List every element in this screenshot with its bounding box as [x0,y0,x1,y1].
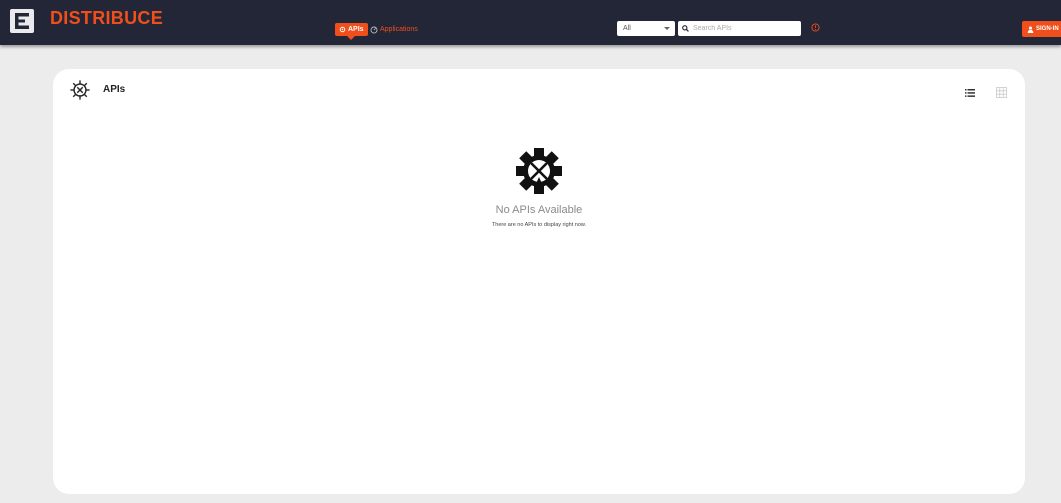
filter-select[interactable]: All [617,21,675,36]
filter-select-value: All [623,25,631,32]
brand-name[interactable]: DISTRIBUCE [50,8,163,29]
tab-apis[interactable]: APIs [335,23,368,40]
sign-in-label: SIGN-IN [1036,26,1059,32]
empty-state-gear-icon [516,148,562,194]
info-icon[interactable] [811,23,820,32]
search-input[interactable] [689,25,793,32]
list-view-icon[interactable] [965,89,975,97]
user-icon [1027,26,1034,33]
api-gear-icon [70,80,90,100]
top-navbar: DISTRIBUCE APIs Applications All Search … [0,0,1061,45]
grid-view-icon[interactable] [996,87,1007,98]
chevron-down-icon [664,27,670,30]
sign-in-button[interactable]: SIGN-IN [1022,21,1061,37]
apis-card: APIs No APIs Available There are no APIs… [53,69,1025,494]
search-icon [682,25,689,32]
search-box [678,21,801,36]
empty-state-subtitle: There are no APIs to display right now. [491,222,587,228]
logo-icon[interactable] [10,9,34,33]
empty-state-title: No APIs Available [495,204,583,216]
tab-applications[interactable]: Applications [370,23,418,36]
tab-apis-label: APIs [348,26,364,33]
page-title: APIs [103,84,126,95]
gear-icon [339,26,346,33]
gauge-icon [370,26,378,33]
tab-applications-label: Applications [380,26,418,33]
